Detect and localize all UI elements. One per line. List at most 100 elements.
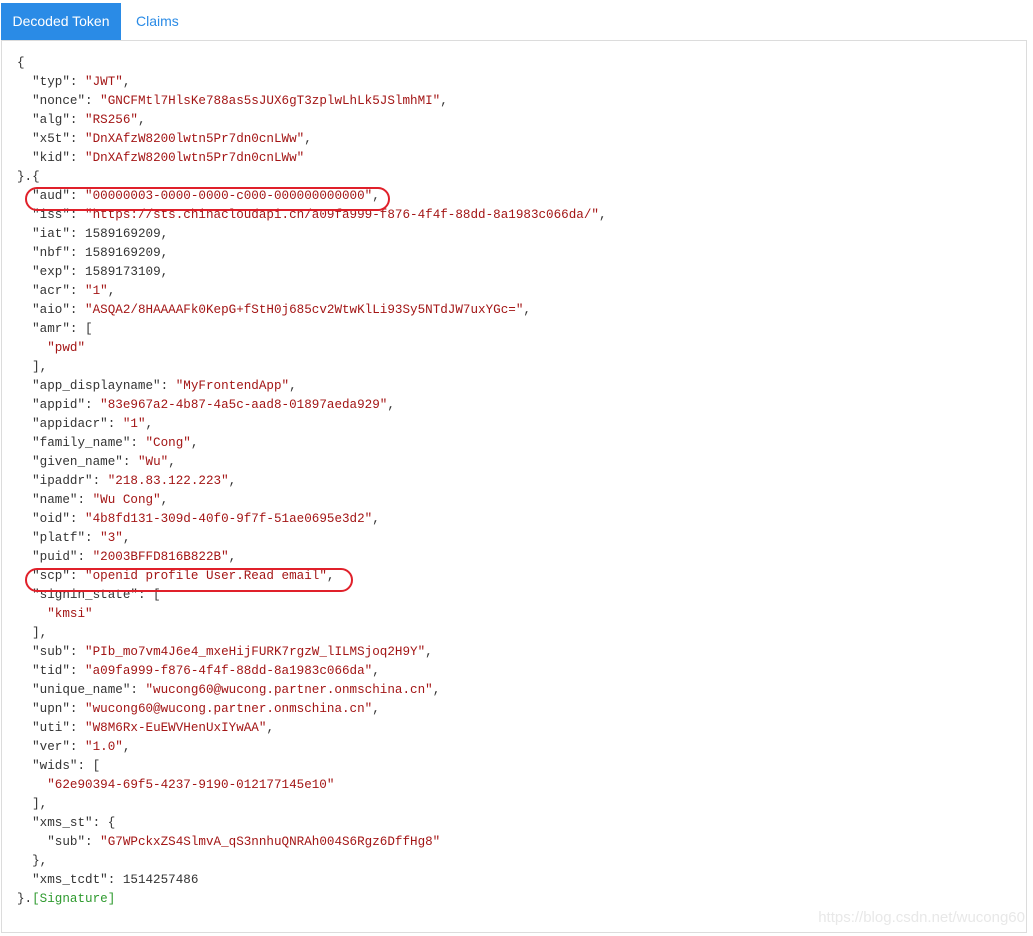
json-key: "appid" — [32, 398, 86, 412]
json-punctuation: , — [228, 550, 237, 564]
json-key: "exp" — [32, 265, 70, 279]
json-string: "4b8fd131-309d-40f0-9f7f-51ae0695e3d2" — [85, 512, 373, 526]
json-punctuation: : — [69, 569, 86, 583]
json-string: "JWT" — [85, 75, 123, 89]
code-line: "kmsi" — [17, 605, 607, 624]
json-key: "typ" — [32, 75, 70, 89]
json-punctuation: ], — [17, 360, 48, 374]
json-punctuation: : — [69, 113, 86, 127]
json-key: "kid" — [32, 151, 70, 165]
code-line: "x5t": "DnXAfzW8200lwtn5Pr7dn0cnLWw", — [17, 130, 607, 149]
json-punctuation — [17, 113, 32, 127]
json-punctuation — [17, 189, 32, 203]
json-punctuation — [17, 265, 32, 279]
json-string: "ASQA2/8HAAAAFk0KepG+fStH0j685cv2WtwKlLi… — [85, 303, 524, 317]
json-punctuation: : — [85, 531, 101, 545]
watermark: https://blog.csdn.net/wucong60 — [818, 909, 1025, 926]
json-key: "oid" — [32, 512, 70, 526]
code-line: "sub": "G7WPckxZS4SlmvA_qS3nnhuQNRAh004S… — [17, 833, 607, 852]
code-line: "given_name": "Wu", — [17, 453, 607, 472]
json-key: "platf" — [32, 531, 86, 545]
json-punctuation: : — [130, 683, 146, 697]
json-punctuation: : — [130, 436, 146, 450]
json-string: "wucong60@wucong.partner.onmschina.cn" — [85, 702, 373, 716]
tab-claims[interactable]: Claims — [121, 3, 194, 40]
json-punctuation: : — [69, 265, 86, 279]
json-punctuation: : — [122, 455, 138, 469]
tab-bar: Decoded Token Claims — [1, 3, 194, 40]
json-punctuation: : — [77, 550, 93, 564]
json-punctuation: , — [137, 113, 146, 127]
json-punctuation: : — [92, 474, 108, 488]
json-punctuation: : [ — [69, 322, 93, 336]
json-punctuation — [17, 778, 47, 792]
json-string: "1" — [122, 417, 146, 431]
json-key: "xms_tcdt" — [32, 873, 108, 887]
json-punctuation: }, — [17, 854, 48, 868]
code-line: "aio": "ASQA2/8HAAAAFk0KepG+fStH0j685cv2… — [17, 301, 607, 320]
json-key: "nonce" — [32, 94, 86, 108]
code-line: "amr": [ — [17, 320, 607, 339]
json-punctuation: , — [228, 474, 237, 488]
json-key: "puid" — [32, 550, 78, 564]
json-key: "family_name" — [32, 436, 131, 450]
json-punctuation — [17, 531, 32, 545]
decoded-token-code: { "typ": "JWT", "nonce": "GNCFMtl7HlsKe7… — [17, 54, 607, 909]
json-punctuation: , — [598, 208, 607, 222]
code-line: "platf": "3", — [17, 529, 607, 548]
json-key: "signin_state" — [32, 588, 138, 602]
json-string: "openid profile User.Read email" — [85, 569, 327, 583]
code-line: "scp": "openid profile User.Read email", — [17, 567, 607, 586]
json-punctuation — [17, 493, 32, 507]
json-key: "aio" — [32, 303, 70, 317]
json-number: 1589169209 — [85, 246, 161, 260]
json-punctuation: }. — [17, 892, 33, 906]
json-punctuation: : — [69, 132, 86, 146]
code-line: "iss": "https://sts.chinacloudapi.cn/a09… — [17, 206, 607, 225]
json-key: "xms_st" — [32, 816, 93, 830]
json-punctuation: , — [266, 721, 274, 735]
signature-label: [Signature] — [32, 892, 116, 906]
json-punctuation: , — [122, 75, 131, 89]
json-punctuation: , — [372, 512, 380, 526]
code-line: }, — [17, 852, 607, 871]
json-string: "Wu" — [137, 455, 169, 469]
json-punctuation — [17, 94, 32, 108]
json-punctuation — [17, 284, 32, 298]
json-punctuation — [17, 569, 32, 583]
json-key: "amr" — [32, 322, 70, 336]
code-line: "puid": "2003BFFD816B822B", — [17, 548, 607, 567]
json-punctuation — [17, 379, 32, 393]
json-punctuation: , — [440, 94, 448, 108]
json-string: "83e967a2-4b87-4a5c-aad8-01897aeda929" — [100, 398, 388, 412]
json-punctuation: : — [69, 189, 86, 203]
json-key: "sub" — [47, 835, 86, 849]
json-punctuation: , — [523, 303, 531, 317]
json-key: "x5t" — [32, 132, 70, 146]
json-string: "wucong60@wucong.partner.onmschina.cn" — [145, 683, 433, 697]
json-key: "scp" — [32, 569, 70, 583]
json-punctuation: , — [289, 379, 297, 393]
json-punctuation: : — [69, 512, 86, 526]
json-punctuation: : — [69, 664, 86, 678]
code-line: "name": "Wu Cong", — [17, 491, 607, 510]
json-string: "218.83.122.223" — [107, 474, 229, 488]
json-punctuation — [17, 322, 32, 336]
json-string: "a09fa999-f876-4f4f-88dd-8a1983c066da" — [85, 664, 373, 678]
json-string: "2003BFFD816B822B" — [92, 550, 229, 564]
code-line: "signin_state": [ — [17, 586, 607, 605]
json-punctuation — [17, 702, 32, 716]
code-line: "tid": "a09fa999-f876-4f4f-88dd-8a1983c0… — [17, 662, 607, 681]
json-punctuation — [17, 683, 32, 697]
code-line: "acr": "1", — [17, 282, 607, 301]
json-punctuation — [17, 227, 32, 241]
tab-decoded-token[interactable]: Decoded Token — [1, 3, 121, 40]
json-punctuation: : — [69, 702, 86, 716]
code-line: "iat": 1589169209, — [17, 225, 607, 244]
json-punctuation: , — [160, 265, 169, 279]
code-line: }.[Signature] — [17, 890, 607, 909]
json-punctuation: : — [85, 398, 101, 412]
json-punctuation — [17, 208, 32, 222]
json-key: "appidacr" — [32, 417, 108, 431]
json-punctuation: , — [160, 493, 169, 507]
